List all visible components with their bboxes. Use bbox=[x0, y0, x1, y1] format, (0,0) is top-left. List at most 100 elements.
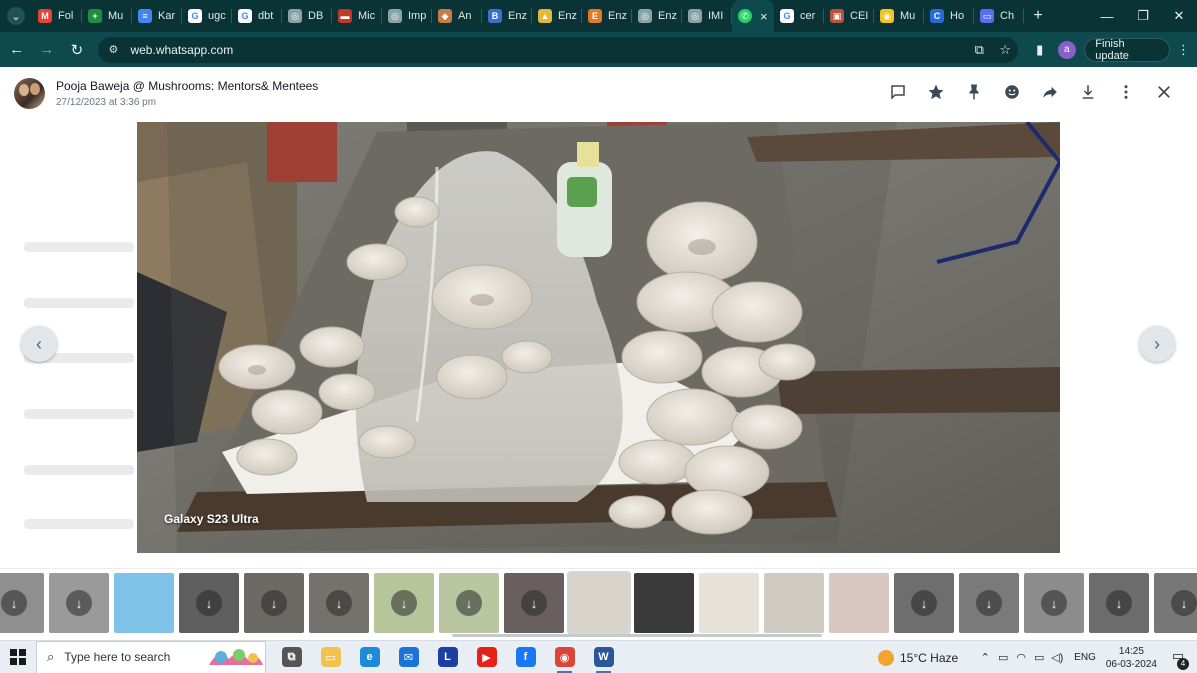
media-thumbnail[interactable] bbox=[829, 573, 889, 633]
display-icon[interactable]: ▭ bbox=[994, 651, 1012, 664]
chevron-up-icon[interactable]: ⌃ bbox=[976, 651, 994, 664]
taskbar-search[interactable]: ⌕ Type here to search bbox=[36, 640, 266, 673]
taskbar-app-mail[interactable]: ✉ bbox=[389, 641, 428, 673]
download-icon[interactable]: ↓ bbox=[1041, 590, 1067, 616]
download-icon[interactable]: ↓ bbox=[261, 590, 287, 616]
download-button[interactable] bbox=[1069, 79, 1107, 105]
download-icon[interactable]: ↓ bbox=[196, 590, 222, 616]
notification-center-button[interactable]: ▭ 4 bbox=[1165, 648, 1191, 670]
browser-tab[interactable]: ◎ DB bbox=[282, 0, 332, 32]
media-thumbnail[interactable]: ↓ bbox=[244, 573, 304, 633]
taskbar-app-launcher[interactable]: L bbox=[428, 641, 467, 673]
pin-button[interactable] bbox=[955, 79, 993, 105]
media-thumbnail[interactable]: ↓ bbox=[894, 573, 954, 633]
react-button[interactable] bbox=[993, 79, 1031, 105]
battery-icon[interactable]: ▭ bbox=[1030, 651, 1048, 664]
taskbar-app-chrome[interactable]: ◉ bbox=[545, 641, 584, 673]
taskbar-app-edge[interactable]: e bbox=[350, 641, 389, 673]
download-icon[interactable]: ↓ bbox=[1171, 590, 1197, 616]
media-thumbnail[interactable]: ↓ bbox=[1089, 573, 1149, 633]
next-media-button[interactable]: › bbox=[1139, 326, 1175, 362]
media-thumbnail[interactable]: ↓ bbox=[309, 573, 369, 633]
download-icon[interactable]: ↓ bbox=[976, 590, 1002, 616]
browser-tab[interactable]: M Fol bbox=[32, 0, 82, 32]
reload-button[interactable]: ↻ bbox=[63, 36, 90, 64]
media-thumbnail[interactable]: ↓ bbox=[49, 573, 109, 633]
previous-media-button[interactable]: ‹ bbox=[21, 326, 57, 362]
bookmark-star-icon[interactable]: ☆ bbox=[992, 42, 1018, 58]
browser-tab[interactable]: ▭ Ch bbox=[974, 0, 1024, 32]
close-window-button[interactable]: ✕ bbox=[1161, 0, 1197, 32]
browser-tab[interactable]: ◉ Mu bbox=[874, 0, 924, 32]
download-icon[interactable]: ↓ bbox=[1, 590, 27, 616]
finish-update-button[interactable]: Finish update bbox=[1084, 37, 1170, 62]
media-thumbnail[interactable]: ↓ bbox=[0, 573, 44, 633]
address-bar[interactable]: ⚙ web.whatsapp.com ⧉ ☆ bbox=[98, 36, 1019, 63]
go-to-message-button[interactable] bbox=[879, 79, 917, 105]
download-icon[interactable]: ↓ bbox=[911, 590, 937, 616]
maximize-button[interactable]: ❐ bbox=[1125, 0, 1161, 32]
site-info-icon[interactable]: ⚙ bbox=[108, 43, 122, 57]
media-thumbnail[interactable] bbox=[764, 573, 824, 633]
thumbnail-scrollbar[interactable] bbox=[452, 634, 822, 637]
media-thumbnail[interactable] bbox=[699, 573, 759, 633]
browser-tab[interactable]: ▣ CEI bbox=[824, 0, 874, 32]
browser-tab[interactable]: Gugc bbox=[182, 0, 232, 32]
download-icon[interactable]: ↓ bbox=[391, 590, 417, 616]
browser-tab[interactable]: ▲ Enz bbox=[532, 0, 582, 32]
sender-avatar[interactable] bbox=[14, 77, 45, 109]
browser-menu-button[interactable]: ⋮ bbox=[1170, 37, 1197, 63]
close-viewer-button[interactable] bbox=[1145, 79, 1183, 105]
download-icon[interactable]: ↓ bbox=[66, 590, 92, 616]
taskbar-app-youtube[interactable]: ▶ bbox=[467, 641, 506, 673]
browser-tab[interactable]: ◆ An bbox=[432, 0, 482, 32]
forward-button[interactable]: → bbox=[33, 36, 60, 64]
media-thumbnail[interactable]: ↓ bbox=[439, 573, 499, 633]
new-tab-button[interactable]: + bbox=[1024, 7, 1052, 25]
browser-tab[interactable]: C Ho bbox=[924, 0, 974, 32]
taskbar-app-task-view[interactable]: ⧉ bbox=[272, 641, 311, 673]
download-icon[interactable]: ↓ bbox=[521, 590, 547, 616]
browser-tab[interactable]: ◎ Imp bbox=[382, 0, 432, 32]
minimize-button[interactable]: — bbox=[1089, 0, 1125, 32]
tab-search-button[interactable]: ⌄ bbox=[0, 0, 32, 32]
media-thumbnail[interactable]: ↓ bbox=[179, 573, 239, 633]
media-thumbnail[interactable]: ↓ bbox=[959, 573, 1019, 633]
download-icon[interactable]: ↓ bbox=[326, 590, 352, 616]
browser-tab[interactable]: Gdbt bbox=[232, 0, 282, 32]
browser-tab[interactable]: ≡ Kar bbox=[132, 0, 182, 32]
system-clock[interactable]: 14:25 06-03-2024 bbox=[1106, 645, 1157, 671]
browser-tab[interactable]: ▬ Mic bbox=[332, 0, 382, 32]
media-thumbnail[interactable]: ↓ bbox=[1154, 573, 1197, 633]
wifi-icon[interactable]: ◠ bbox=[1012, 651, 1030, 664]
start-button[interactable] bbox=[0, 641, 36, 673]
back-button[interactable]: ← bbox=[3, 36, 30, 64]
browser-tab[interactable]: ◎ Enz bbox=[632, 0, 682, 32]
browser-tab[interactable]: B Enz bbox=[482, 0, 532, 32]
media-thumbnail[interactable] bbox=[567, 571, 631, 635]
volume-icon[interactable]: ◁) bbox=[1048, 651, 1066, 664]
side-panel-button[interactable]: ▮ bbox=[1026, 37, 1053, 63]
media-thumbnail[interactable]: ↓ bbox=[1024, 573, 1084, 633]
browser-tab[interactable]: E Enz bbox=[582, 0, 632, 32]
taskbar-app-word[interactable]: W bbox=[584, 641, 623, 673]
download-icon[interactable]: ↓ bbox=[1106, 590, 1132, 616]
taskbar-app-file-explorer[interactable]: ▭ bbox=[311, 641, 350, 673]
profile-button[interactable]: a bbox=[1053, 37, 1080, 63]
star-button[interactable] bbox=[917, 79, 955, 105]
forward-button[interactable] bbox=[1031, 79, 1069, 105]
install-app-icon[interactable]: ⧉ bbox=[966, 42, 992, 58]
input-language[interactable]: ENG bbox=[1074, 652, 1096, 663]
browser-tab[interactable]: ◎ IMI bbox=[682, 0, 732, 32]
close-tab-icon[interactable]: × bbox=[760, 9, 768, 24]
browser-tab[interactable]: Gcer bbox=[774, 0, 824, 32]
browser-tab[interactable]: + Mu bbox=[82, 0, 132, 32]
media-thumbnail[interactable]: ↓ bbox=[374, 573, 434, 633]
download-icon[interactable]: ↓ bbox=[456, 590, 482, 616]
media-thumbnail[interactable] bbox=[114, 573, 174, 633]
browser-tab-active[interactable]: ✆ × bbox=[732, 0, 774, 32]
taskbar-app-facebook[interactable]: f bbox=[506, 641, 545, 673]
media-thumbnail[interactable] bbox=[634, 573, 694, 633]
weather-widget[interactable]: 15°C Haze bbox=[878, 649, 958, 666]
media-thumbnail[interactable]: ↓ bbox=[504, 573, 564, 633]
